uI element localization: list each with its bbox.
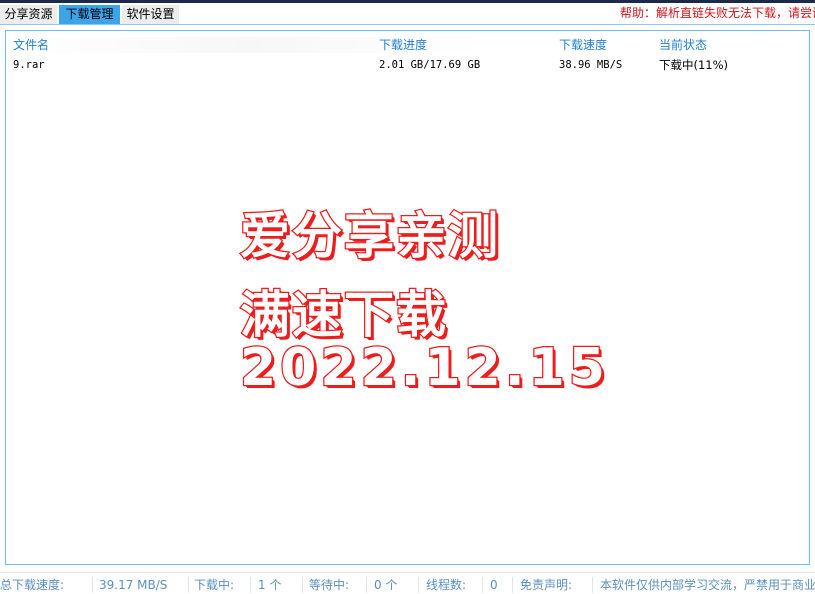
help-text: 帮助：解析直链失败无法下载，请尝试 [620,6,815,20]
row-speed: 38.96 MB/S [559,59,623,71]
column-header-status[interactable]: 当前状态 [659,37,707,53]
tab-share-resources[interactable]: 分享资源 [0,5,57,24]
watermark-line-2: 满速下载 [239,285,448,346]
watermark-date: 2022.12.15 [239,337,609,400]
downloading-label: 下载中: [194,578,235,592]
status-divider [418,577,419,593]
column-header-progress[interactable]: 下载进度 [379,37,427,53]
column-header-filename[interactable]: 文件名 [13,37,49,53]
status-divider [366,577,367,593]
total-speed-label: 总下载速度: [0,578,65,592]
threads-label: 线程数: [426,578,467,592]
status-bar: 总下载速度: 39.17 MB/S 下载中: 1 个 等待中: 0 个 线程数:… [0,572,815,594]
waiting-label: 等待中: [309,578,350,592]
waiting-value: 0 个 [374,578,398,592]
row-status: 下载中(11%) [659,58,729,72]
status-divider [512,577,513,593]
watermark-line-1: 爱分享亲测 [239,206,500,267]
status-divider [592,577,593,593]
threads-value: 0 [490,578,498,592]
status-divider [482,577,483,593]
total-speed-value: 39.17 MB/S [99,578,168,592]
status-divider [92,577,93,593]
tab-download-manager[interactable]: 下载管理 [59,5,120,24]
disclaimer-text: 本软件仅供内部学习交流，严禁用于商业 [600,578,815,592]
status-divider [188,577,189,593]
row-progress: 2.01 GB/17.69 GB [379,59,481,71]
disclaimer-label: 免责声明: [520,578,573,592]
downloading-value: 1 个 [258,578,282,592]
tab-software-settings[interactable]: 软件设置 [122,5,179,24]
status-divider [302,577,303,593]
row-filename[interactable]: 9.rar [13,57,45,73]
column-header-speed[interactable]: 下载速度 [559,37,607,53]
status-divider [250,577,251,593]
